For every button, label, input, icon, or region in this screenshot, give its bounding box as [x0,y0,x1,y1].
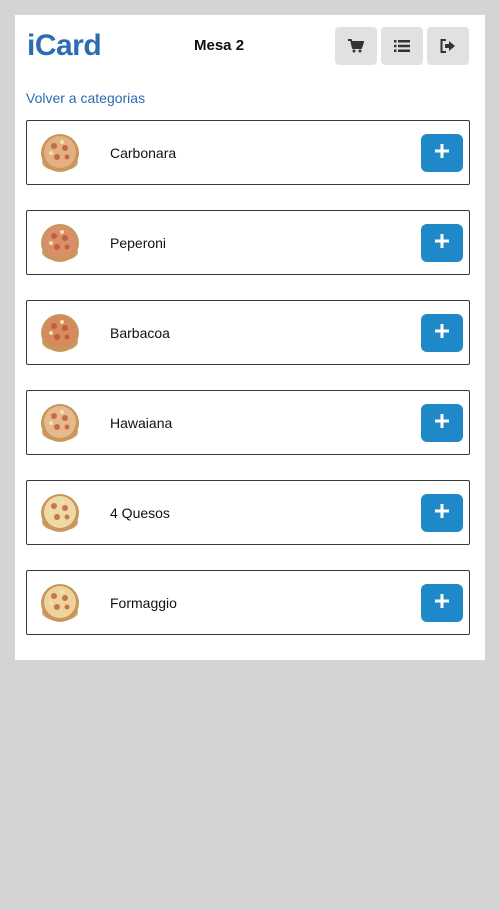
pizza-image [39,222,81,264]
add-to-cart-button[interactable] [421,404,463,442]
product-name: Carbonara [110,145,177,161]
add-to-cart-button[interactable] [421,584,463,622]
plus-icon [435,323,449,343]
pizza-image [39,582,81,624]
pizza-image [39,132,81,174]
product-row: Barbacoa [26,300,470,365]
pizza-image [39,492,81,534]
cart-button[interactable] [335,27,377,65]
list-icon [394,40,410,52]
pizza-image [39,312,81,354]
orders-list-button[interactable] [381,27,423,65]
add-to-cart-button[interactable] [421,314,463,352]
add-to-cart-button[interactable] [421,134,463,172]
product-row: Formaggio [26,570,470,635]
plus-icon [435,413,449,433]
table-label: Mesa 2 [194,37,245,54]
add-to-cart-button[interactable] [421,224,463,262]
product-name: Peperoni [110,235,167,251]
product-row: 4 Quesos [26,480,470,545]
add-to-cart-button[interactable] [421,494,463,532]
plus-icon [435,593,449,613]
product-row: Peperoni [26,210,470,275]
pizza-image [39,402,81,444]
sign-out-icon [440,39,456,53]
product-row: Hawaiana [26,390,470,455]
back-to-categories-link[interactable]: Volver a categorias [26,90,145,106]
product-name: Hawaiana [110,415,173,431]
product-row: Carbonara [26,120,470,185]
app-logo[interactable]: iCard [27,29,102,63]
plus-icon [435,503,449,523]
cart-icon [348,39,364,53]
menu-card: iCard Mesa 2 Volver a categorias Carbona… [15,15,485,660]
logout-button[interactable] [427,27,469,65]
plus-icon [435,233,449,253]
plus-icon [435,143,449,163]
product-name: 4 Quesos [110,505,170,521]
product-name: Formaggio [110,595,177,611]
product-name: Barbacoa [110,325,170,341]
